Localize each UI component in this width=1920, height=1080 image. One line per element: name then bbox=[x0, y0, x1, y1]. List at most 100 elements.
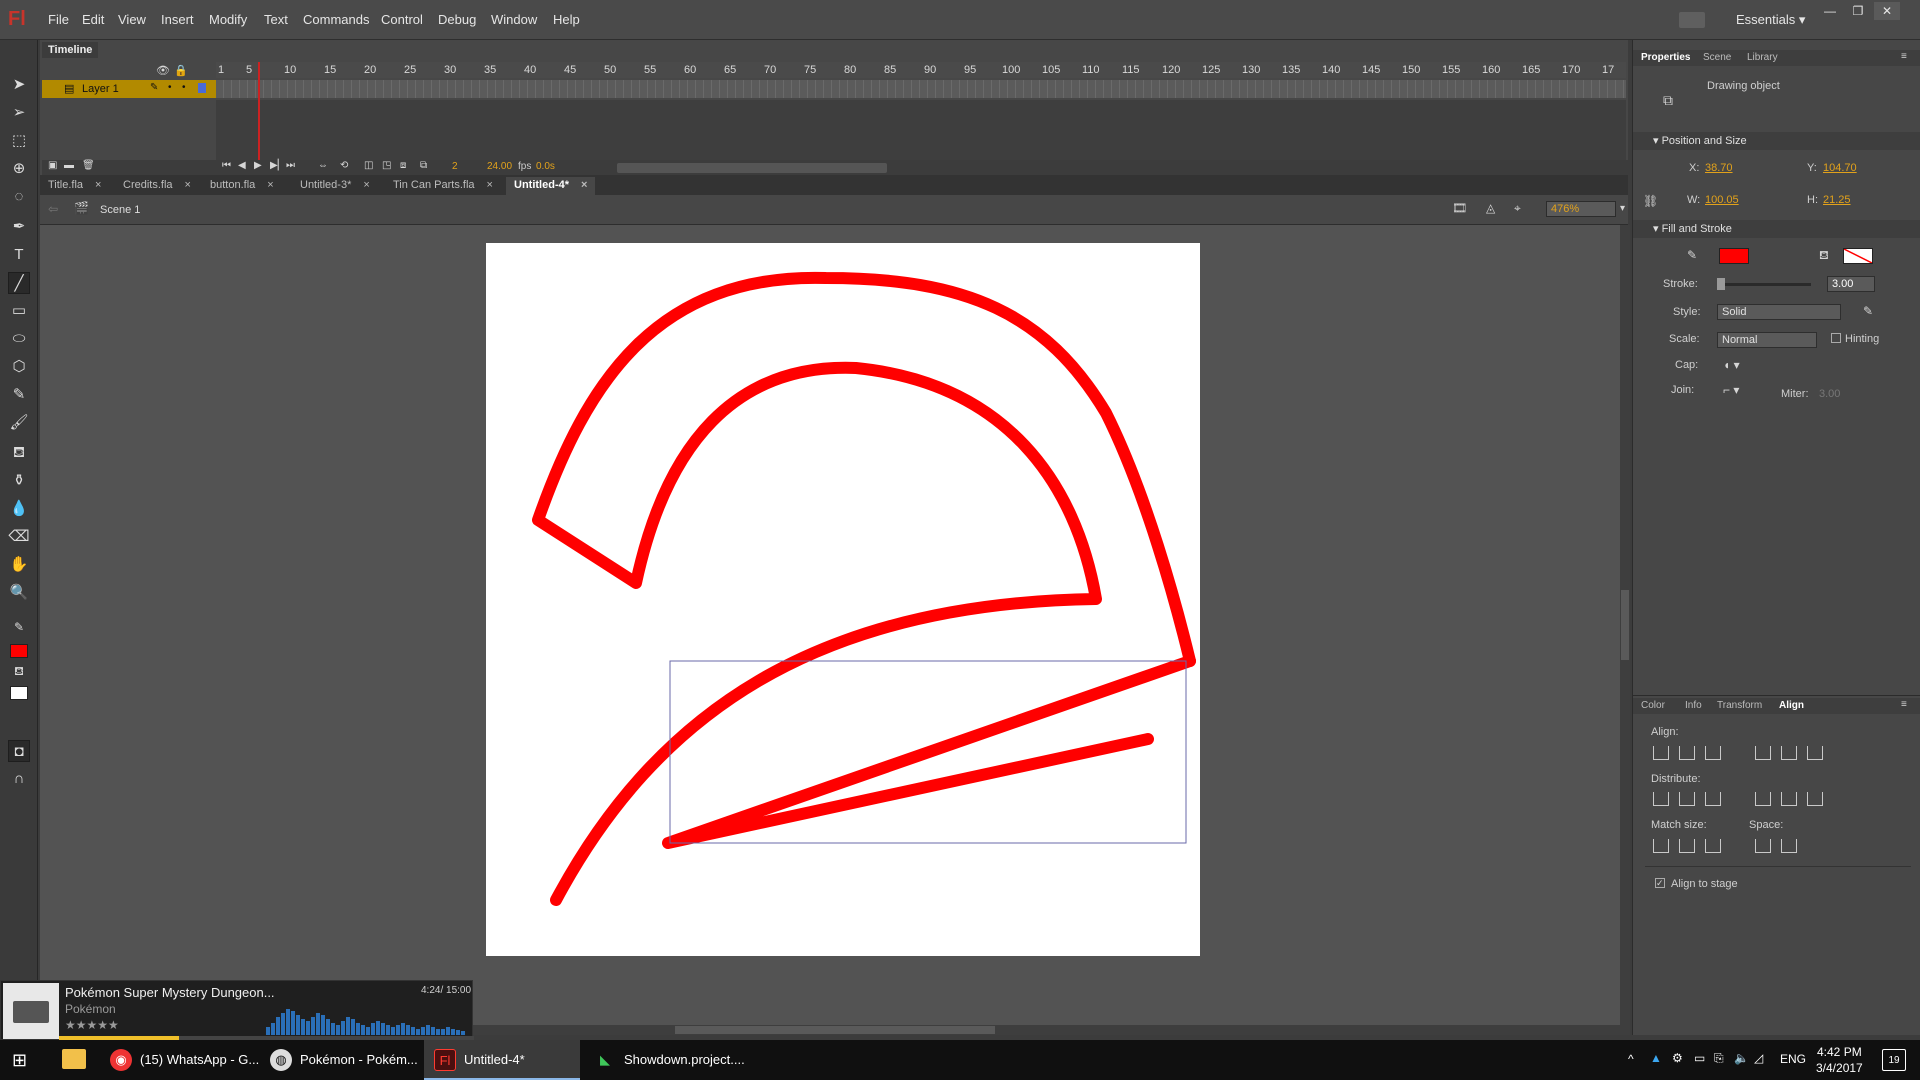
tab-credits[interactable]: Credits.fla × bbox=[115, 177, 199, 195]
edit-scene-icon[interactable]: 🎞 bbox=[1452, 201, 1467, 215]
volume-icon[interactable]: 🔈 bbox=[1734, 1051, 1749, 1065]
tab-untitled-4[interactable]: Untitled-4* × bbox=[506, 177, 596, 195]
close-icon[interactable]: × bbox=[267, 179, 273, 191]
menu-insert[interactable]: Insert bbox=[161, 12, 194, 27]
tab-scene[interactable]: Scene bbox=[1703, 52, 1731, 63]
menu-file[interactable]: File bbox=[48, 12, 69, 27]
menu-commands[interactable]: Commands bbox=[303, 12, 369, 27]
taskbar-app-showdown[interactable]: ◣ Showdown.project.... bbox=[584, 1040, 745, 1080]
tab-untitled-3[interactable]: Untitled-3* × bbox=[292, 177, 378, 195]
elapsed-time[interactable]: 0.0s bbox=[536, 161, 555, 172]
restore-icon[interactable]: ❐ bbox=[1845, 2, 1871, 20]
show-hide-icon[interactable]: 👁 bbox=[156, 64, 170, 77]
layer-color-outline[interactable] bbox=[198, 83, 206, 93]
zoom-tool-icon[interactable]: 🔍 bbox=[8, 582, 30, 604]
edit-symbols-icon[interactable]: ◬ bbox=[1486, 201, 1495, 215]
next-frame-icon[interactable]: ▶▏ bbox=[270, 160, 285, 171]
stage-canvas[interactable] bbox=[486, 243, 1200, 956]
distribute-top-button[interactable] bbox=[1653, 792, 1669, 806]
oval-tool-icon[interactable]: ⬭ bbox=[8, 328, 30, 350]
language-indicator[interactable]: ENG bbox=[1780, 1052, 1806, 1066]
align-to-stage-checkbox[interactable]: ✓ bbox=[1655, 878, 1665, 888]
onion-skin-icon[interactable]: ◫ bbox=[364, 160, 373, 171]
track-rating[interactable]: ★★★★★ bbox=[65, 1018, 119, 1032]
playhead[interactable] bbox=[258, 62, 260, 160]
eyedropper-tool-icon[interactable]: 💧 bbox=[8, 498, 30, 520]
x-value[interactable]: 38.70 bbox=[1705, 162, 1733, 174]
drawn-stroke-outer[interactable] bbox=[532, 271, 1196, 906]
current-frame[interactable]: 2 bbox=[452, 161, 458, 172]
match-both-button[interactable] bbox=[1705, 839, 1721, 853]
fill-color-swatch[interactable] bbox=[10, 686, 28, 700]
vertical-scroll-thumb[interactable] bbox=[1621, 590, 1629, 660]
stroke-color-swatch[interactable] bbox=[10, 644, 28, 658]
position-size-header[interactable]: ▾ Position and Size bbox=[1633, 132, 1920, 150]
menu-control[interactable]: Control bbox=[381, 12, 423, 27]
delete-layer-icon[interactable]: 🗑 bbox=[82, 160, 95, 171]
center-stage-icon[interactable]: ⌖ bbox=[1514, 201, 1521, 216]
horizontal-scroll-thumb[interactable] bbox=[675, 1026, 995, 1034]
ink-bottle-icon[interactable]: ⚱ bbox=[8, 470, 30, 492]
distribute-right-button[interactable] bbox=[1807, 792, 1823, 806]
tab-tin-can-parts[interactable]: Tin Can Parts.fla × bbox=[385, 177, 501, 195]
taskbar-app-flash[interactable]: Fl Untitled-4* bbox=[424, 1040, 580, 1080]
y-value[interactable]: 104.70 bbox=[1823, 162, 1857, 174]
eraser-tool-icon[interactable]: ⌫ bbox=[8, 526, 30, 548]
pencil-tool-icon[interactable]: ✎ bbox=[8, 384, 30, 406]
snap-magnet-icon[interactable]: ∩ bbox=[8, 768, 30, 790]
tab-transform[interactable]: Transform bbox=[1717, 700, 1762, 711]
stroke-width-input[interactable]: 3.00 bbox=[1827, 276, 1875, 292]
stroke-slider-track[interactable] bbox=[1717, 283, 1811, 286]
lock-proportions-icon[interactable]: ⛓ bbox=[1643, 194, 1658, 208]
lasso-tool-icon[interactable]: ◌ bbox=[8, 186, 30, 208]
match-width-button[interactable] bbox=[1653, 839, 1669, 853]
object-drawing-icon[interactable]: ◘ bbox=[8, 740, 30, 762]
match-height-button[interactable] bbox=[1679, 839, 1695, 853]
timeline-tab[interactable]: Timeline bbox=[42, 42, 99, 58]
edit-stroke-style-icon[interactable]: ✎ bbox=[1863, 304, 1873, 318]
close-icon[interactable]: × bbox=[581, 179, 587, 191]
network-icon[interactable]: ⎘ bbox=[1714, 1051, 1724, 1066]
zoom-input[interactable]: 476% bbox=[1546, 201, 1616, 217]
paint-bucket-icon[interactable]: ⛾ bbox=[8, 442, 30, 464]
lock-dot-icon[interactable]: • bbox=[182, 82, 186, 93]
new-folder-icon[interactable]: ▬ bbox=[64, 160, 74, 171]
close-icon[interactable]: × bbox=[363, 179, 369, 191]
timeline-scrollbar[interactable] bbox=[617, 163, 887, 173]
panel-menu-icon[interactable]: ≡ bbox=[1901, 51, 1907, 62]
align-right-button[interactable] bbox=[1705, 746, 1721, 760]
last-frame-icon[interactable]: ⏭ bbox=[286, 160, 295, 171]
tab-color[interactable]: Color bbox=[1641, 700, 1665, 711]
menu-modify[interactable]: Modify bbox=[209, 12, 247, 27]
align-vcenter-button[interactable] bbox=[1781, 746, 1797, 760]
new-layer-icon[interactable]: ▣ bbox=[48, 160, 57, 171]
hand-tool-icon[interactable]: ✋ bbox=[8, 554, 30, 576]
pasteboard[interactable] bbox=[40, 225, 1620, 1035]
chevron-up-icon[interactable]: ^ bbox=[1628, 1052, 1634, 1066]
selection-tool-icon[interactable]: ➤ bbox=[8, 74, 30, 96]
align-left-button[interactable] bbox=[1653, 746, 1669, 760]
battery-icon[interactable]: ▭ bbox=[1694, 1051, 1705, 1065]
close-icon[interactable]: × bbox=[95, 179, 101, 191]
subselection-tool-icon[interactable]: ➢ bbox=[8, 102, 30, 124]
tab-properties[interactable]: Properties bbox=[1641, 52, 1690, 63]
space-vertical-button[interactable] bbox=[1755, 839, 1771, 853]
back-arrow-icon[interactable]: ⇦ bbox=[48, 202, 58, 216]
fill-stroke-header[interactable]: ▾ Fill and Stroke bbox=[1633, 220, 1920, 238]
hinting-checkbox[interactable] bbox=[1831, 333, 1841, 343]
distribute-hcenter-button[interactable] bbox=[1781, 792, 1797, 806]
scene-breadcrumb[interactable]: Scene 1 bbox=[100, 204, 140, 216]
tab-info[interactable]: Info bbox=[1685, 700, 1702, 711]
frame-ruler[interactable]: 1 5 10 15 20 25 30 35 40 45 50 55 60 65 … bbox=[216, 62, 1626, 78]
text-tool-icon[interactable]: T bbox=[8, 244, 30, 266]
tab-align[interactable]: Align bbox=[1779, 700, 1804, 711]
tab-button[interactable]: button.fla × bbox=[202, 177, 282, 195]
media-player-widget[interactable]: Pokémon Super Mystery Dungeon... Pokémon… bbox=[0, 980, 474, 1040]
rectangle-tool-icon[interactable]: ▭ bbox=[8, 300, 30, 322]
join-select-icon[interactable]: ⌐ ▾ bbox=[1723, 383, 1739, 397]
layer-frames[interactable] bbox=[216, 80, 1626, 98]
settings-tray-icon[interactable]: ⚙ bbox=[1672, 1051, 1683, 1065]
stroke-color-swatch[interactable] bbox=[1719, 248, 1749, 264]
brush-tool-icon[interactable]: 🖌 bbox=[8, 412, 30, 434]
prev-frame-icon[interactable]: ◀ bbox=[238, 160, 246, 171]
